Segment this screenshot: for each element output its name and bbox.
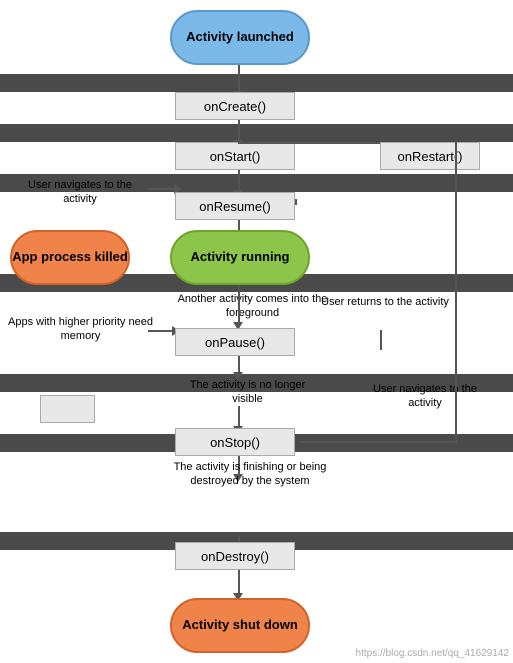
user-navigates-label: User navigates to the activity xyxy=(10,178,150,207)
activity-running-label: Activity running xyxy=(191,249,290,266)
onstop-box: onStop() xyxy=(175,428,295,456)
line-resume-right xyxy=(295,199,297,205)
line-2 xyxy=(238,170,240,192)
line-9 xyxy=(238,570,240,595)
small-box-left xyxy=(40,395,95,423)
ondestroy-box: onDestroy() xyxy=(175,542,295,570)
line-4 xyxy=(238,285,240,325)
app-process-killed-label: App process killed xyxy=(12,249,128,266)
onresume-box: onResume() xyxy=(175,192,295,220)
another-activity-label: Another activity comes into the foregrou… xyxy=(175,292,330,321)
activity-running-node: Activity running xyxy=(170,230,310,285)
activity-shutdown-node: Activity shut down xyxy=(170,598,310,653)
apps-priority-label: Apps with higher priority need memory xyxy=(8,315,153,344)
finishing-label: The activity is finishing or being destr… xyxy=(150,460,350,489)
activity-launched-node: Activity launched xyxy=(170,10,310,65)
line-launch-oncreate xyxy=(238,65,240,93)
right-loop-line-v xyxy=(455,142,457,442)
onrestart-box: onRestart() xyxy=(380,142,480,170)
right-loop-line-h-bottom xyxy=(300,441,457,443)
line-1 xyxy=(238,120,240,142)
user-returns-label: User returns to the activity xyxy=(320,295,450,309)
band-2 xyxy=(0,124,513,142)
line-onrestart-left xyxy=(238,142,380,144)
onpause-box: onPause() xyxy=(175,328,295,356)
band-1 xyxy=(0,74,513,92)
onstart-box: onStart() xyxy=(175,142,295,170)
watermark: https://blog.csdn.net/qq_41629142 xyxy=(356,648,509,659)
user-navigates-to2-label: User navigates to the activity xyxy=(360,382,490,411)
lifecycle-diagram: Activity launched onCreate() onStart() o… xyxy=(0,0,513,663)
app-process-killed-node: App process killed xyxy=(10,230,130,285)
line-6 xyxy=(238,406,240,428)
no-longer-visible-label: The activity is no longer visible xyxy=(175,378,320,407)
line-returns xyxy=(380,330,382,350)
oncreate-box: onCreate() xyxy=(175,92,295,120)
activity-launched-label: Activity launched xyxy=(186,29,294,46)
activity-shutdown-label: Activity shut down xyxy=(182,617,298,634)
